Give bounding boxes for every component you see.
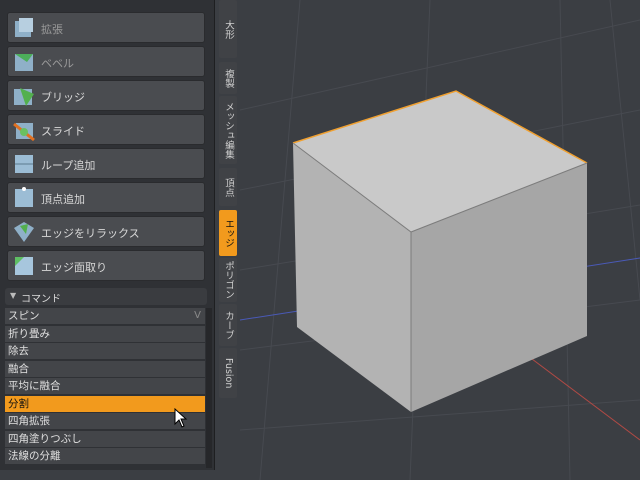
tab[interactable]: カーブ	[219, 304, 237, 346]
cube[interactable]	[292, 90, 588, 412]
command-item[interactable]: 除去	[5, 343, 205, 359]
command-label: 折り畳み	[8, 327, 50, 340]
tool-label: 頂点追加	[41, 193, 85, 206]
command-item[interactable]: 四角塗りつぶし	[5, 430, 205, 447]
tool-label: スライド	[41, 125, 85, 138]
tool-label: エッジをリラックス	[41, 227, 140, 240]
tool-button[interactable]: 頂点追加	[7, 182, 205, 213]
command-label: 平均に融合	[8, 380, 61, 392]
tab[interactable]: ポリゴン	[219, 258, 237, 302]
tab[interactable]: 複製	[219, 62, 237, 94]
tool-icon	[12, 118, 36, 142]
command-item[interactable]: 折り畳み	[5, 325, 205, 342]
tab[interactable]: エッジ	[219, 210, 237, 256]
command-label: 法線の分離	[8, 450, 61, 462]
commands-header-label: コマンド	[21, 294, 61, 305]
command-label: 除去	[8, 345, 29, 357]
command-label: 分割	[8, 397, 29, 410]
tool-button[interactable]: スライド	[7, 114, 205, 145]
tool-icon	[12, 84, 36, 108]
tool-icon	[12, 254, 36, 278]
command-label: 融合	[8, 362, 29, 375]
tool-button[interactable]: ループ追加	[7, 148, 205, 179]
command-list-scrollbar[interactable]	[206, 308, 212, 468]
command-item[interactable]: スピン V	[5, 308, 205, 324]
tool-label: ブリッジ	[41, 91, 85, 104]
tool-tabs: 大形複製メッシュ編集頂点エッジポリゴンカーブ Fusion	[219, 0, 237, 400]
mouse-pointer-icon	[174, 408, 188, 428]
tool-label: 拡張	[41, 23, 63, 36]
command-shortcut: V	[194, 310, 201, 321]
command-list: スピン V 折り畳み除去融合平均に融合分割四角拡張四角塗りつぶし 法線の分離	[5, 308, 205, 466]
command-item[interactable]: 法線の分離	[5, 448, 205, 464]
collapse-arrow-icon[interactable]: ▼	[10, 291, 16, 300]
tool-icon	[12, 16, 36, 40]
command-item[interactable]: 融合	[5, 360, 205, 377]
tab[interactable]: 頂点	[219, 168, 237, 206]
commands-header[interactable]: ▼ コマンド	[5, 288, 207, 305]
tool-button[interactable]: ブリッジ	[7, 80, 205, 111]
command-label: スピン	[8, 310, 40, 322]
tab[interactable]: Fusion	[219, 348, 237, 398]
tool-label: ループ追加	[41, 159, 96, 172]
tool-button[interactable]: エッジをリラックス	[7, 216, 205, 247]
tool-button[interactable]: エッジ面取り	[7, 250, 205, 281]
tool-label: エッジ面取り	[41, 261, 107, 274]
tool-icon	[12, 152, 36, 176]
tab[interactable]: メッシュ編集	[219, 96, 237, 164]
tab[interactable]: 大形	[219, 0, 237, 58]
tool-icon	[12, 220, 36, 244]
command-label: 四角塗りつぶし	[8, 432, 82, 445]
tool-panel: 拡張ベベルブリッジスライドループ追加頂点追加エッジをリラックス エッジ面取り ▼ …	[0, 0, 215, 470]
tool-icon	[12, 50, 36, 74]
tool-label: ベベル	[41, 57, 74, 70]
command-label: 四角拡張	[8, 415, 50, 427]
tool-button[interactable]: ベベル	[7, 46, 205, 77]
tool-button[interactable]: 拡張	[7, 12, 205, 43]
command-item[interactable]: 平均に融合	[5, 378, 205, 394]
tool-icon	[12, 186, 36, 210]
